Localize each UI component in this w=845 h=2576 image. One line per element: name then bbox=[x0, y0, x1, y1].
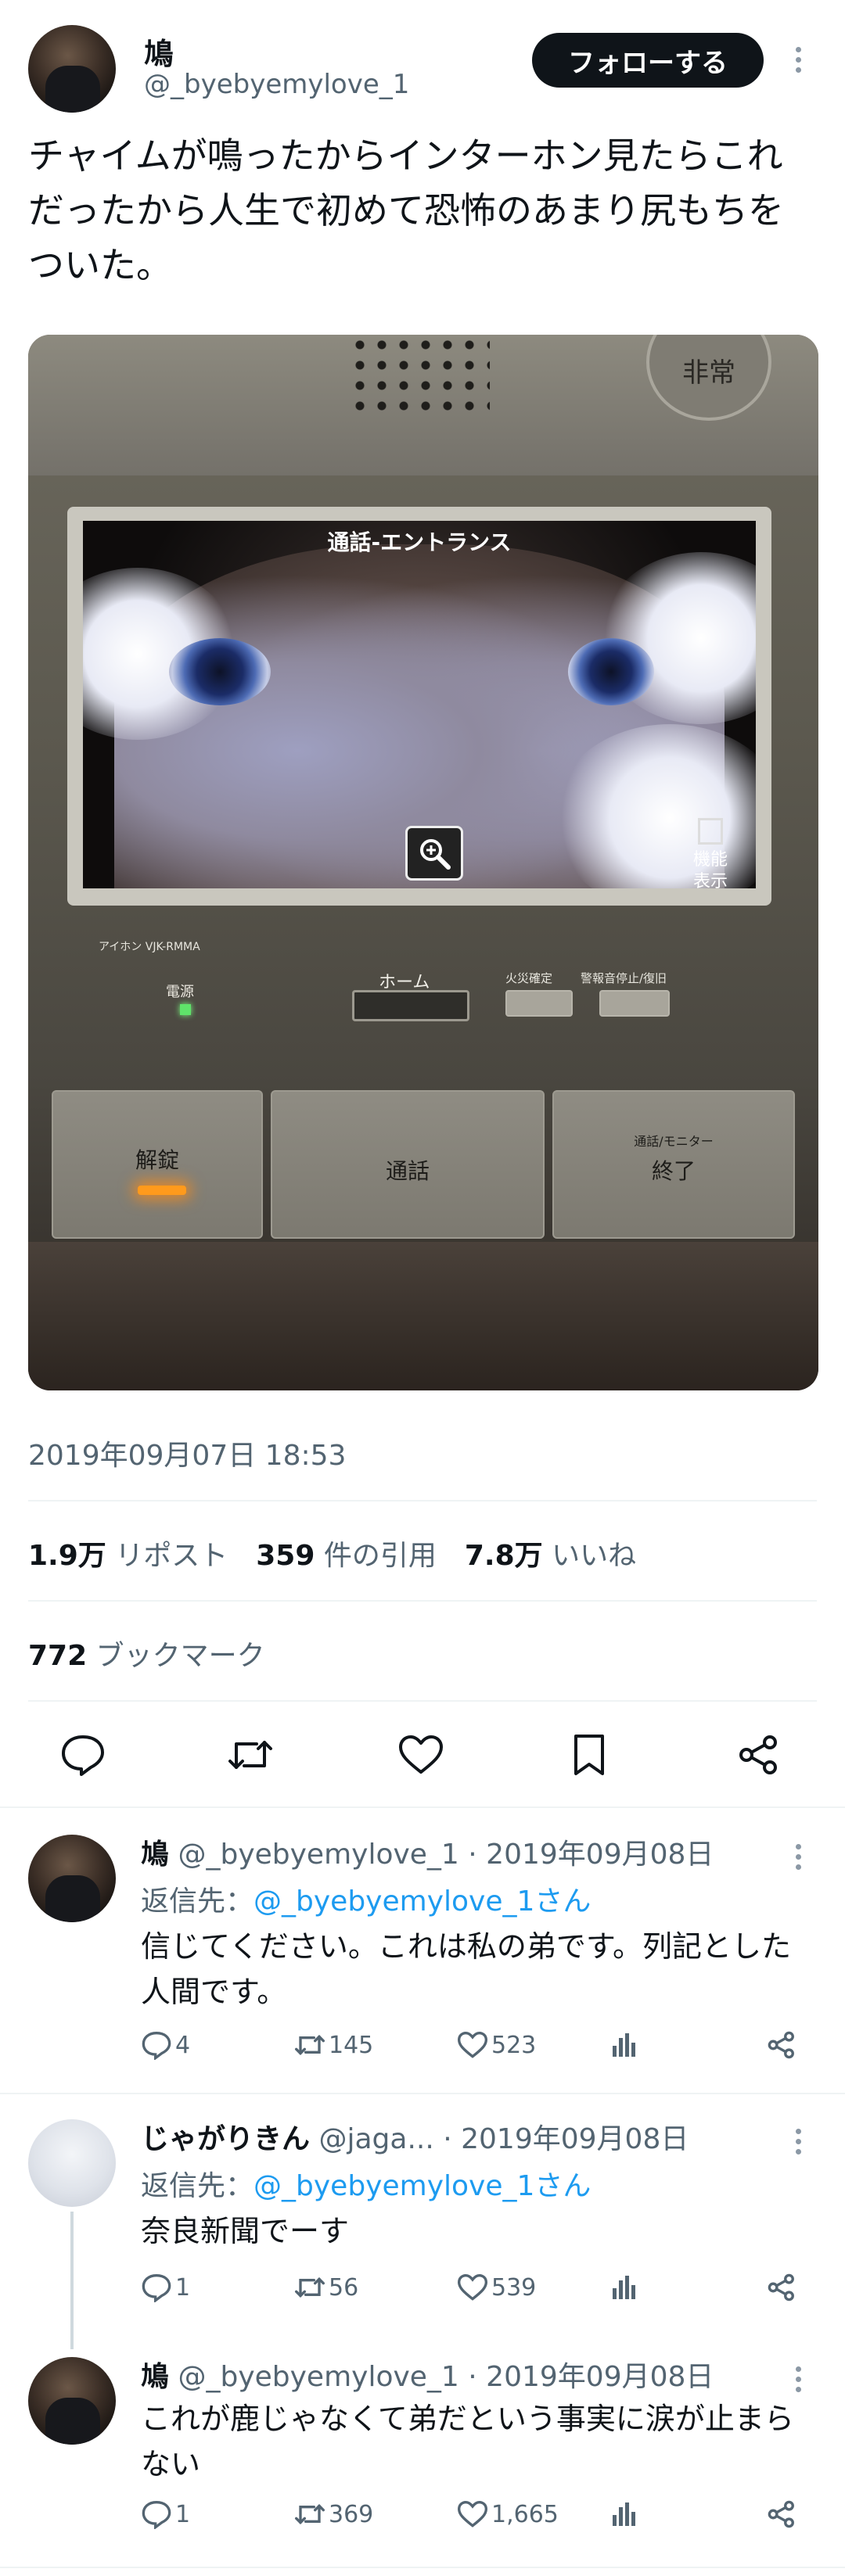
power-led bbox=[180, 1004, 191, 1015]
views-icon[interactable] bbox=[610, 2273, 638, 2301]
reply-avatar[interactable] bbox=[28, 1835, 116, 1922]
reply-count[interactable]: 4 bbox=[141, 2030, 190, 2060]
share-icon[interactable] bbox=[737, 1733, 781, 1777]
reply-metrics: 1 369 1,665 bbox=[141, 2499, 814, 2538]
reply-date[interactable]: · 2019年09月08日 bbox=[443, 2123, 689, 2155]
home-button: ホーム bbox=[352, 968, 477, 1021]
repost-icon bbox=[294, 2030, 325, 2060]
reply-to: 返信先：@_byebyemylove_1さん bbox=[141, 2170, 592, 2202]
end-key: 通話/モニター 終了 bbox=[552, 1090, 795, 1239]
heart-icon bbox=[457, 2499, 488, 2529]
author-handle[interactable]: @_byebyemylove_1 bbox=[144, 69, 409, 100]
like-icon[interactable] bbox=[397, 1733, 444, 1777]
tweet-action-bar bbox=[0, 1722, 845, 1785]
reply-icon[interactable] bbox=[59, 1733, 106, 1777]
reply-icon bbox=[141, 2499, 172, 2529]
heart-icon bbox=[457, 2273, 488, 2302]
divider bbox=[28, 1500, 817, 1501]
bookmark-icon[interactable] bbox=[570, 1733, 609, 1777]
author-avatar[interactable] bbox=[28, 25, 116, 113]
views-icon[interactable] bbox=[610, 2030, 638, 2058]
reply-avatar[interactable] bbox=[28, 2119, 116, 2207]
reply-text: 奈良新聞でーす bbox=[141, 2214, 350, 2248]
reply-icon bbox=[141, 2273, 172, 2302]
reply-to: 返信先：@_byebyemylove_1さん bbox=[141, 1885, 592, 1918]
reply-text: これが鹿じゃなくて弟だという事実に涙が止まらない bbox=[141, 2402, 794, 2481]
repost-count[interactable]: 145 bbox=[294, 2030, 373, 2060]
likes-stat[interactable]: 7.8万 いいね bbox=[465, 1533, 636, 1573]
tweet-timestamp[interactable]: 2019年09月07日 18:53 bbox=[28, 1433, 346, 1473]
divider bbox=[0, 1806, 845, 1808]
left-eye bbox=[169, 638, 271, 705]
quotes-stat[interactable]: 359 件の引用 bbox=[256, 1533, 437, 1573]
unlock-indicator-light bbox=[138, 1186, 186, 1195]
reply-author-handle[interactable]: @_byebyemylove_1 bbox=[178, 2361, 458, 2393]
reply-header: じゃがりきん @jaga... · 2019年09月08日 bbox=[141, 2116, 689, 2157]
reply-metrics: 1 56 539 bbox=[141, 2273, 814, 2312]
function-display-label: 機能 表示 bbox=[693, 818, 728, 888]
fire-confirm-label: 火災確定 bbox=[505, 971, 553, 985]
reply-count[interactable]: 1 bbox=[141, 2273, 190, 2302]
reply-date[interactable]: · 2019年09月08日 bbox=[468, 2361, 714, 2393]
more-options-icon[interactable] bbox=[793, 2129, 803, 2159]
tweet-photo[interactable]: 非常 通話-エントランス 機能 表示 アイホン VJK-RMMA 電源 ホーム … bbox=[28, 335, 818, 1390]
like-count[interactable]: 523 bbox=[457, 2030, 536, 2060]
power-label: 電源 bbox=[166, 984, 194, 1000]
share-icon[interactable] bbox=[767, 2499, 796, 2529]
follow-button[interactable]: フォローする bbox=[532, 33, 764, 88]
right-eye bbox=[568, 638, 654, 705]
reposts-stat[interactable]: 1.9万 リポスト bbox=[28, 1533, 228, 1573]
repost-count[interactable]: 369 bbox=[294, 2499, 373, 2529]
views-icon[interactable] bbox=[610, 2499, 638, 2528]
fire-confirm-button bbox=[505, 990, 573, 1017]
reply-count[interactable]: 1 bbox=[141, 2499, 190, 2529]
reply-date[interactable]: · 2019年09月08日 bbox=[468, 1839, 714, 1871]
more-options-icon[interactable] bbox=[793, 1844, 803, 1875]
reply-icon bbox=[141, 2030, 172, 2060]
share-icon[interactable] bbox=[767, 2030, 796, 2060]
intercom-screen: 通話-エントランス 機能 表示 bbox=[83, 521, 756, 888]
reply-author-name[interactable]: 鳩 bbox=[141, 1839, 169, 1871]
unlock-key: 解錠 bbox=[52, 1090, 263, 1239]
reply-author-handle[interactable]: @_byebyemylove_1 bbox=[178, 1839, 458, 1871]
maker-label: アイホン VJK-RMMA bbox=[99, 941, 200, 953]
reply-text: 信じてください。これは私の弟です。列記とした人間です。 bbox=[141, 1929, 792, 2009]
thread-connector bbox=[70, 2212, 74, 2349]
repost-icon bbox=[294, 2499, 325, 2529]
heart-icon bbox=[457, 2030, 488, 2060]
more-options-icon[interactable] bbox=[793, 2366, 803, 2397]
tweet-stats: 1.9万 リポスト 359 件の引用 7.8万 いいね bbox=[28, 1533, 664, 1573]
divider bbox=[28, 1700, 817, 1702]
reply-header: 鳩 @_byebyemylove_1 · 2019年09月08日 bbox=[141, 1832, 714, 1872]
more-options-icon[interactable] bbox=[793, 47, 803, 77]
alarm-stop-button bbox=[599, 990, 670, 1017]
reply-to-mention[interactable]: @_byebyemylove_1さん bbox=[254, 1885, 591, 1918]
like-count[interactable]: 539 bbox=[457, 2273, 536, 2302]
talk-key: 通話 bbox=[271, 1090, 545, 1239]
divider bbox=[0, 2567, 845, 2568]
reply-metrics: 4 145 523 bbox=[141, 2030, 814, 2069]
screen-title: 通話-エントランス bbox=[327, 529, 512, 555]
divider bbox=[0, 2093, 845, 2094]
reply-header: 鳩 @_byebyemylove_1 · 2019年09月08日 bbox=[141, 2354, 714, 2395]
zoom-icon bbox=[405, 826, 463, 881]
reply-author-handle[interactable]: @jaga... bbox=[318, 2123, 433, 2155]
reply-author-name[interactable]: じゃがりきん bbox=[141, 2123, 310, 2155]
repost-count[interactable]: 56 bbox=[294, 2273, 358, 2302]
author-name[interactable]: 鳩 bbox=[144, 30, 174, 73]
bookmarks-stat[interactable]: 772 ブックマーク bbox=[28, 1633, 265, 1674]
repost-icon[interactable] bbox=[227, 1733, 274, 1777]
like-count[interactable]: 1,665 bbox=[457, 2499, 559, 2529]
alarm-stop-label: 警報音停止/復旧 bbox=[581, 971, 667, 985]
divider bbox=[28, 1600, 817, 1602]
reply-avatar[interactable] bbox=[28, 2357, 116, 2445]
wall-bottom bbox=[28, 1242, 818, 1390]
reply-to-mention[interactable]: @_byebyemylove_1さん bbox=[254, 2170, 591, 2202]
speaker-grille bbox=[349, 335, 490, 421]
repost-icon bbox=[294, 2273, 325, 2302]
tweet-text: チャイムが鳴ったからインターホン見たらこれだったから人生で初めて恐怖のあまり尻も… bbox=[28, 135, 784, 286]
share-icon[interactable] bbox=[767, 2273, 796, 2302]
reply-author-name[interactable]: 鳩 bbox=[141, 2361, 169, 2393]
